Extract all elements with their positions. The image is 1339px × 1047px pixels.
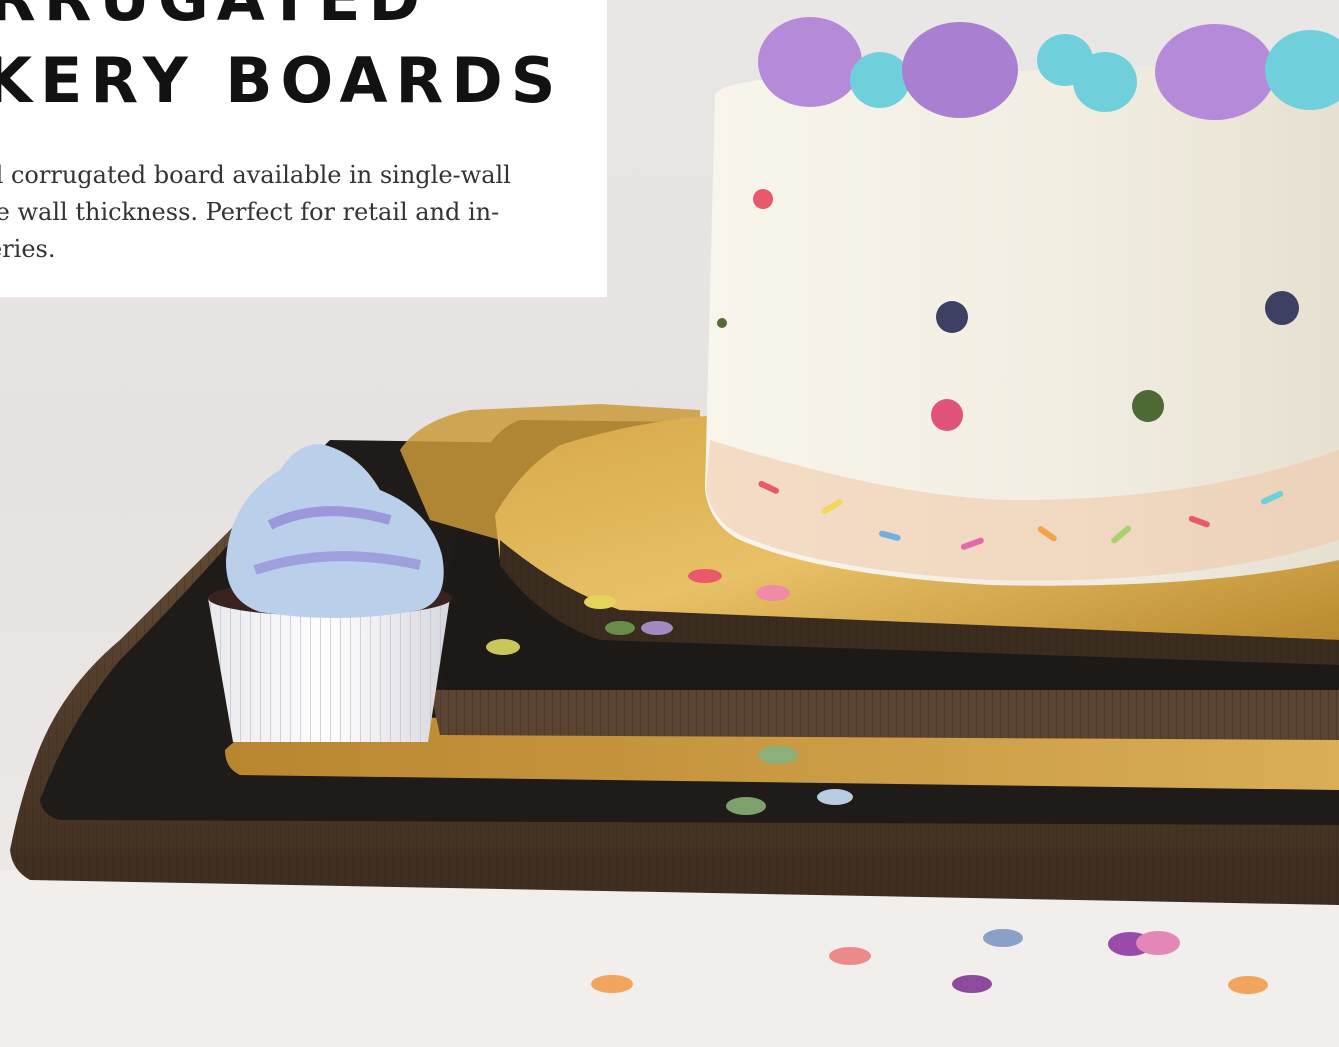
hero-description: d corrugated board available in single-w… [0,157,607,268]
hero-description-line: d corrugated board available in single-w… [0,161,511,189]
hero-description-line: le wall thickness. Perfect for retail an… [0,198,500,226]
hero-heading-line-2: KERY BOARDS [0,44,564,117]
hero-heading-line-1: RRUGATED [0,0,607,40]
hero-description-line: eries. [0,235,56,263]
hero-heading: RRUGATED KERY BOARDS [0,0,607,122]
hero-text-card: RRUGATED KERY BOARDS d corrugated board … [0,0,607,297]
